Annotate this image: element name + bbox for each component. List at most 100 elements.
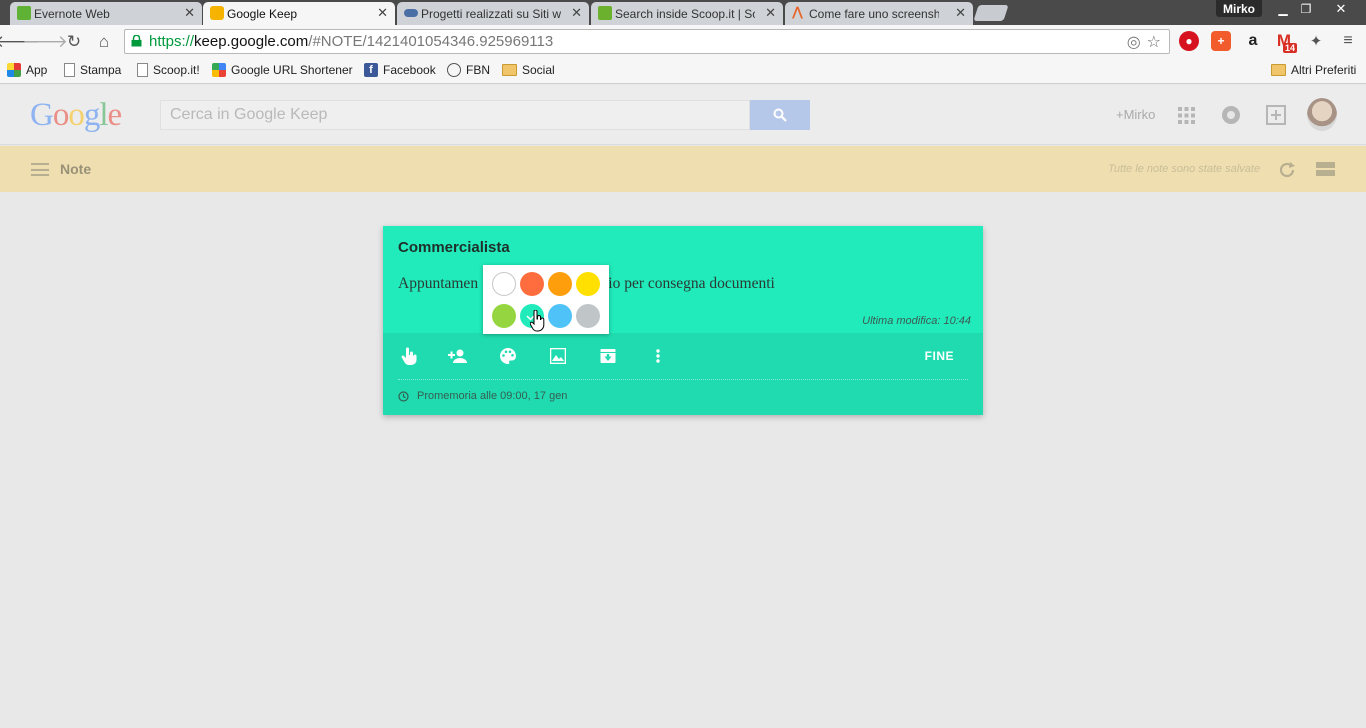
close-window-icon[interactable]: ✕ bbox=[1318, 0, 1364, 17]
archive-icon[interactable] bbox=[597, 345, 619, 367]
home-icon[interactable]: ⌂ bbox=[93, 31, 115, 53]
close-tab-icon[interactable]: ✕ bbox=[184, 5, 195, 21]
tab-scoopit-search[interactable]: Search inside Scoop.it | Sc ✕ bbox=[591, 2, 783, 25]
bookmark-label: Facebook bbox=[383, 63, 436, 77]
notifications-icon[interactable] bbox=[1220, 104, 1242, 126]
note-title[interactable]: Commercialista bbox=[398, 239, 510, 256]
add-collaborator-icon[interactable] bbox=[447, 345, 469, 367]
bookmark-app[interactable]: App bbox=[7, 63, 47, 77]
color-swatch-green[interactable] bbox=[492, 304, 516, 328]
bookmark-star-icon[interactable]: ☆ bbox=[1147, 32, 1161, 52]
note-body-text-start: Appuntamen bbox=[398, 275, 479, 292]
tracking-blocked-icon[interactable]: ◎ bbox=[1127, 32, 1141, 52]
bookmarks-bar: App Stampa Scoop.it! Google URL Shortene… bbox=[0, 58, 1366, 84]
site-favicon-icon bbox=[404, 9, 418, 17]
section-title: Note bbox=[60, 161, 92, 177]
aranzulla-favicon-icon: ⋀ bbox=[792, 4, 803, 19]
bookmark-label: FBN bbox=[466, 63, 490, 77]
profile-name-badge[interactable]: Mirko bbox=[1216, 0, 1262, 17]
bookmark-fbn[interactable]: FBN bbox=[447, 63, 490, 77]
color-swatch-yellow[interactable] bbox=[576, 272, 600, 296]
tab-title: Evernote Web bbox=[34, 6, 110, 21]
restore-icon[interactable]: ❐ bbox=[1295, 0, 1317, 17]
more-options-icon[interactable] bbox=[647, 345, 669, 367]
page-icon bbox=[137, 63, 148, 77]
browser-tab-strip: Evernote Web ✕ Progetti realizzati su Si… bbox=[0, 0, 1366, 25]
minimize-icon[interactable]: ▁ bbox=[1272, 0, 1294, 17]
other-bookmarks-folder[interactable]: Altri Preferiti bbox=[1271, 63, 1356, 77]
new-tab-button[interactable] bbox=[973, 5, 1009, 21]
page-icon bbox=[64, 63, 75, 77]
bookmark-label: Altri Preferiti bbox=[1291, 63, 1357, 77]
note-card[interactable]: Commercialista Appuntamen icio per conseg… bbox=[383, 226, 983, 415]
user-avatar[interactable] bbox=[1307, 98, 1337, 131]
note-body-text-end: icio per consegna documenti bbox=[597, 275, 775, 292]
refresh-icon[interactable] bbox=[1277, 160, 1297, 185]
bookmark-label: Scoop.it! bbox=[153, 63, 200, 77]
tab-screenshot-guide[interactable]: ⋀ Come fare uno screenshot ✕ bbox=[785, 2, 973, 25]
color-swatch-red[interactable] bbox=[520, 272, 544, 296]
evernote-extension-icon[interactable]: ✦ bbox=[1306, 31, 1326, 51]
bookmark-scoopit[interactable]: Scoop.it! bbox=[137, 63, 200, 77]
tab-title: Come fare uno screenshot bbox=[809, 6, 939, 21]
color-palette-popup bbox=[483, 265, 609, 334]
last-modified-text: Ultima modifica: 10:44 bbox=[862, 315, 971, 327]
bookmark-label: Social bbox=[522, 63, 555, 77]
google-logo[interactable]: Google bbox=[30, 97, 122, 134]
save-status-text: Tutte le note sono state salvate bbox=[1108, 163, 1261, 175]
reminder-text: Promemoria alle 09:00, 17 gen bbox=[417, 390, 568, 402]
scoopit-favicon-icon bbox=[598, 6, 612, 20]
color-swatch-gray[interactable] bbox=[576, 304, 600, 328]
fbn-icon bbox=[447, 63, 461, 77]
color-swatch-orange[interactable] bbox=[548, 272, 572, 296]
forward-icon[interactable]: 🡒 bbox=[22, 31, 68, 53]
tab-title: Google Keep bbox=[227, 6, 298, 21]
share-add-icon[interactable] bbox=[1265, 104, 1287, 126]
address-bar[interactable]: https://keep.google.com/#NOTE/1421401054… bbox=[124, 29, 1170, 54]
search-input[interactable]: Cerca in Google Keep bbox=[160, 100, 750, 130]
apps-launcher-icon[interactable] bbox=[1175, 104, 1197, 126]
facebook-icon: f bbox=[364, 63, 378, 77]
bookmark-facebook[interactable]: f Facebook bbox=[364, 63, 436, 77]
browser-toolbar: 🡐 🡒 ↻ ⌂ https://keep.google.com/#NOTE/14… bbox=[0, 25, 1366, 58]
bookmark-stampa[interactable]: Stampa bbox=[64, 63, 121, 77]
change-color-palette-icon[interactable] bbox=[497, 345, 519, 367]
url-host: keep.google.com bbox=[194, 33, 309, 50]
gmail-checker-icon[interactable]: M 14 bbox=[1274, 31, 1297, 53]
reload-icon[interactable]: ↻ bbox=[63, 31, 85, 53]
folder-icon bbox=[502, 64, 517, 76]
chrome-menu-icon[interactable]: ≡ bbox=[1338, 31, 1358, 51]
bookmark-folder-social[interactable]: Social bbox=[502, 63, 555, 77]
folder-icon bbox=[1271, 64, 1286, 76]
lock-icon bbox=[131, 35, 142, 47]
hand-cursor-icon bbox=[530, 310, 545, 332]
amazon-extension-icon[interactable]: a bbox=[1243, 31, 1263, 51]
bookmark-url-shortener[interactable]: Google URL Shortener bbox=[212, 63, 353, 77]
close-tab-icon[interactable]: ✕ bbox=[955, 5, 966, 21]
add-extension-icon[interactable]: + bbox=[1211, 31, 1231, 51]
tab-evernote-web[interactable]: Evernote Web ✕ bbox=[10, 2, 202, 25]
close-tab-icon[interactable]: ✕ bbox=[377, 5, 388, 21]
clock-icon bbox=[398, 390, 409, 402]
color-swatch-white[interactable] bbox=[492, 272, 516, 296]
google-plus-profile-link[interactable]: +Mirko bbox=[1116, 107, 1155, 122]
bookmark-label: App bbox=[26, 63, 48, 77]
unread-count-badge: 14 bbox=[1282, 43, 1297, 53]
list-view-icon[interactable] bbox=[1316, 162, 1335, 181]
close-tab-icon[interactable]: ✕ bbox=[765, 5, 776, 21]
google-icon bbox=[212, 63, 226, 77]
search-button[interactable] bbox=[750, 100, 810, 130]
reminder-hand-icon[interactable] bbox=[398, 345, 420, 367]
keep-app-bar: Note Tutte le note sono state salvate bbox=[0, 146, 1366, 192]
hamburger-menu-icon[interactable] bbox=[31, 163, 49, 176]
tab-progetti-realizzati[interactable]: Progetti realizzati su Siti w ✕ bbox=[397, 2, 589, 25]
done-button[interactable]: FINE bbox=[925, 349, 954, 363]
note-toolbar: FINE Promemoria alle 09:00, 17 gen bbox=[383, 333, 983, 415]
adblock-extension-icon[interactable]: ● bbox=[1179, 31, 1199, 51]
close-tab-icon[interactable]: ✕ bbox=[571, 5, 582, 21]
tab-google-keep[interactable]: Google Keep ✕ bbox=[203, 2, 395, 25]
color-swatch-blue[interactable] bbox=[548, 304, 572, 328]
add-image-icon[interactable] bbox=[547, 345, 569, 367]
keep-favicon-icon bbox=[210, 6, 224, 20]
reminder-chip[interactable]: Promemoria alle 09:00, 17 gen bbox=[398, 390, 567, 402]
